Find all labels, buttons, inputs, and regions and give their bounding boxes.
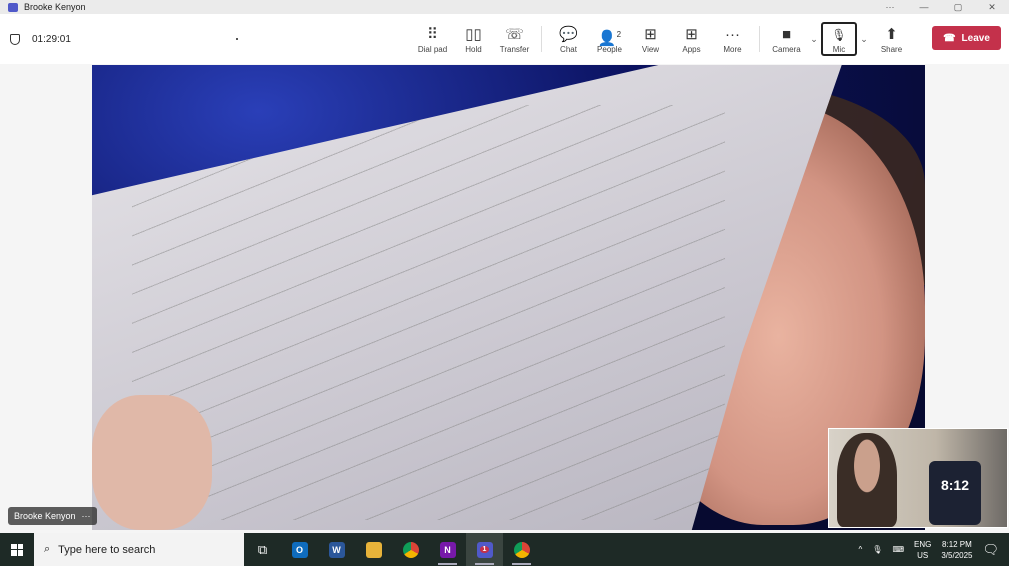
apps-button[interactable]: ⊞ Apps [671, 25, 712, 54]
divider [759, 26, 760, 52]
chat-icon: 💬 [559, 25, 578, 43]
onenote-icon: N [439, 541, 456, 558]
search-icon: ⌕ [44, 543, 51, 555]
system-tray: ^ 🎙 ⌨ ENG US 8:12 PM 3/5/2025 🗨 [859, 533, 1009, 566]
microphone-icon[interactable]: 🎙 [872, 545, 882, 554]
restore-button[interactable]: ▢ [941, 0, 975, 14]
divider [541, 26, 542, 52]
teams-logo-icon [8, 2, 18, 12]
notification-badge: 1 [479, 546, 490, 553]
word-icon: W [328, 541, 345, 558]
people-icon: 👤2 [597, 29, 622, 47]
share-button[interactable]: ⬆ Share [871, 25, 912, 54]
mic-button[interactable]: 🎙 Mic [821, 22, 857, 56]
camera-options-chevron-icon[interactable]: ⌄ [807, 34, 821, 45]
taskbar-search[interactable]: ⌕ Type here to search [34, 533, 244, 566]
teams-icon: 1 [476, 541, 493, 558]
task-view-icon: ⧉ [257, 541, 268, 557]
people-count: 2 [616, 29, 622, 39]
outlook-icon: O [291, 541, 308, 558]
self-view-video[interactable]: 8:12 [828, 428, 1008, 528]
mic-options-chevron-icon[interactable]: ⌄ [857, 34, 871, 45]
separator-dot [236, 38, 238, 40]
chrome-icon [402, 541, 419, 558]
task-view-button[interactable]: ⧉ [244, 533, 281, 566]
language-indicator[interactable]: ENG US [914, 539, 931, 561]
self-view-person [837, 433, 897, 527]
view-button[interactable]: ⊞ View [630, 25, 671, 54]
main-video [92, 65, 925, 530]
share-icon: ⬆ [885, 25, 898, 43]
more-options-button[interactable]: ··· [873, 0, 907, 14]
timer-text: 01:29:01 [32, 33, 71, 45]
hold-button[interactable]: ▯▯ Hold [453, 25, 494, 54]
people-button[interactable]: 👤2 People [589, 25, 630, 54]
notifications-icon[interactable]: 🗨 [982, 542, 999, 558]
chrome-app-2[interactable] [503, 533, 540, 566]
teams-app[interactable]: 1 [466, 533, 503, 566]
window-title: Brooke Kenyon [24, 2, 86, 12]
video-hand [92, 395, 212, 530]
call-timer: 01:29:01 [10, 33, 71, 45]
camera-icon: ■ [781, 25, 792, 43]
transfer-icon: ☏ [505, 25, 524, 43]
title-bar: Brooke Kenyon ··· — ▢ ✕ [0, 0, 1009, 14]
outlook-app[interactable]: O [281, 533, 318, 566]
show-hidden-icons-chevron-icon[interactable]: ^ [859, 545, 863, 554]
keyboard-icon[interactable]: ⌨ [892, 545, 904, 554]
more-button[interactable]: ··· More [712, 25, 753, 54]
chat-button[interactable]: 💬 Chat [548, 25, 589, 54]
windows-taskbar: ⌕ Type here to search ⧉ O W N 1 ^ 🎙 ⌨ ENG… [0, 533, 1009, 566]
minimize-button[interactable]: — [907, 0, 941, 14]
plus-square-icon: ⊞ [685, 25, 698, 43]
start-button[interactable] [0, 543, 34, 556]
onenote-app[interactable]: N [429, 533, 466, 566]
dialpad-icon: ⠿ [427, 25, 438, 43]
chrome-icon [513, 541, 530, 558]
ellipsis-icon: ··· [725, 25, 740, 43]
participant-more-icon[interactable]: ··· [82, 511, 91, 521]
participant-name-chip[interactable]: Brooke Kenyon ··· [8, 507, 97, 525]
shield-icon [10, 33, 20, 45]
windows-icon [11, 543, 23, 556]
dial-pad-button[interactable]: ⠿ Dial pad [412, 25, 453, 54]
word-app[interactable]: W [318, 533, 355, 566]
self-view-phone: 8:12 [929, 461, 981, 525]
camera-button[interactable]: ■ Camera [766, 25, 807, 54]
close-button[interactable]: ✕ [975, 0, 1009, 14]
leave-button[interactable]: ☎ Leave [932, 26, 1001, 50]
phone-hangup-icon: ☎ [943, 32, 956, 44]
mic-icon: 🎙 [831, 27, 847, 42]
transfer-button[interactable]: ☏ Transfer [494, 25, 535, 54]
clock[interactable]: 8:12 PM 3/5/2025 [941, 539, 972, 561]
chrome-app[interactable] [392, 533, 429, 566]
file-explorer-app[interactable] [355, 533, 392, 566]
folder-icon [365, 541, 382, 558]
hold-icon: ▯▯ [465, 25, 482, 43]
grid-icon: ⊞ [644, 25, 657, 43]
